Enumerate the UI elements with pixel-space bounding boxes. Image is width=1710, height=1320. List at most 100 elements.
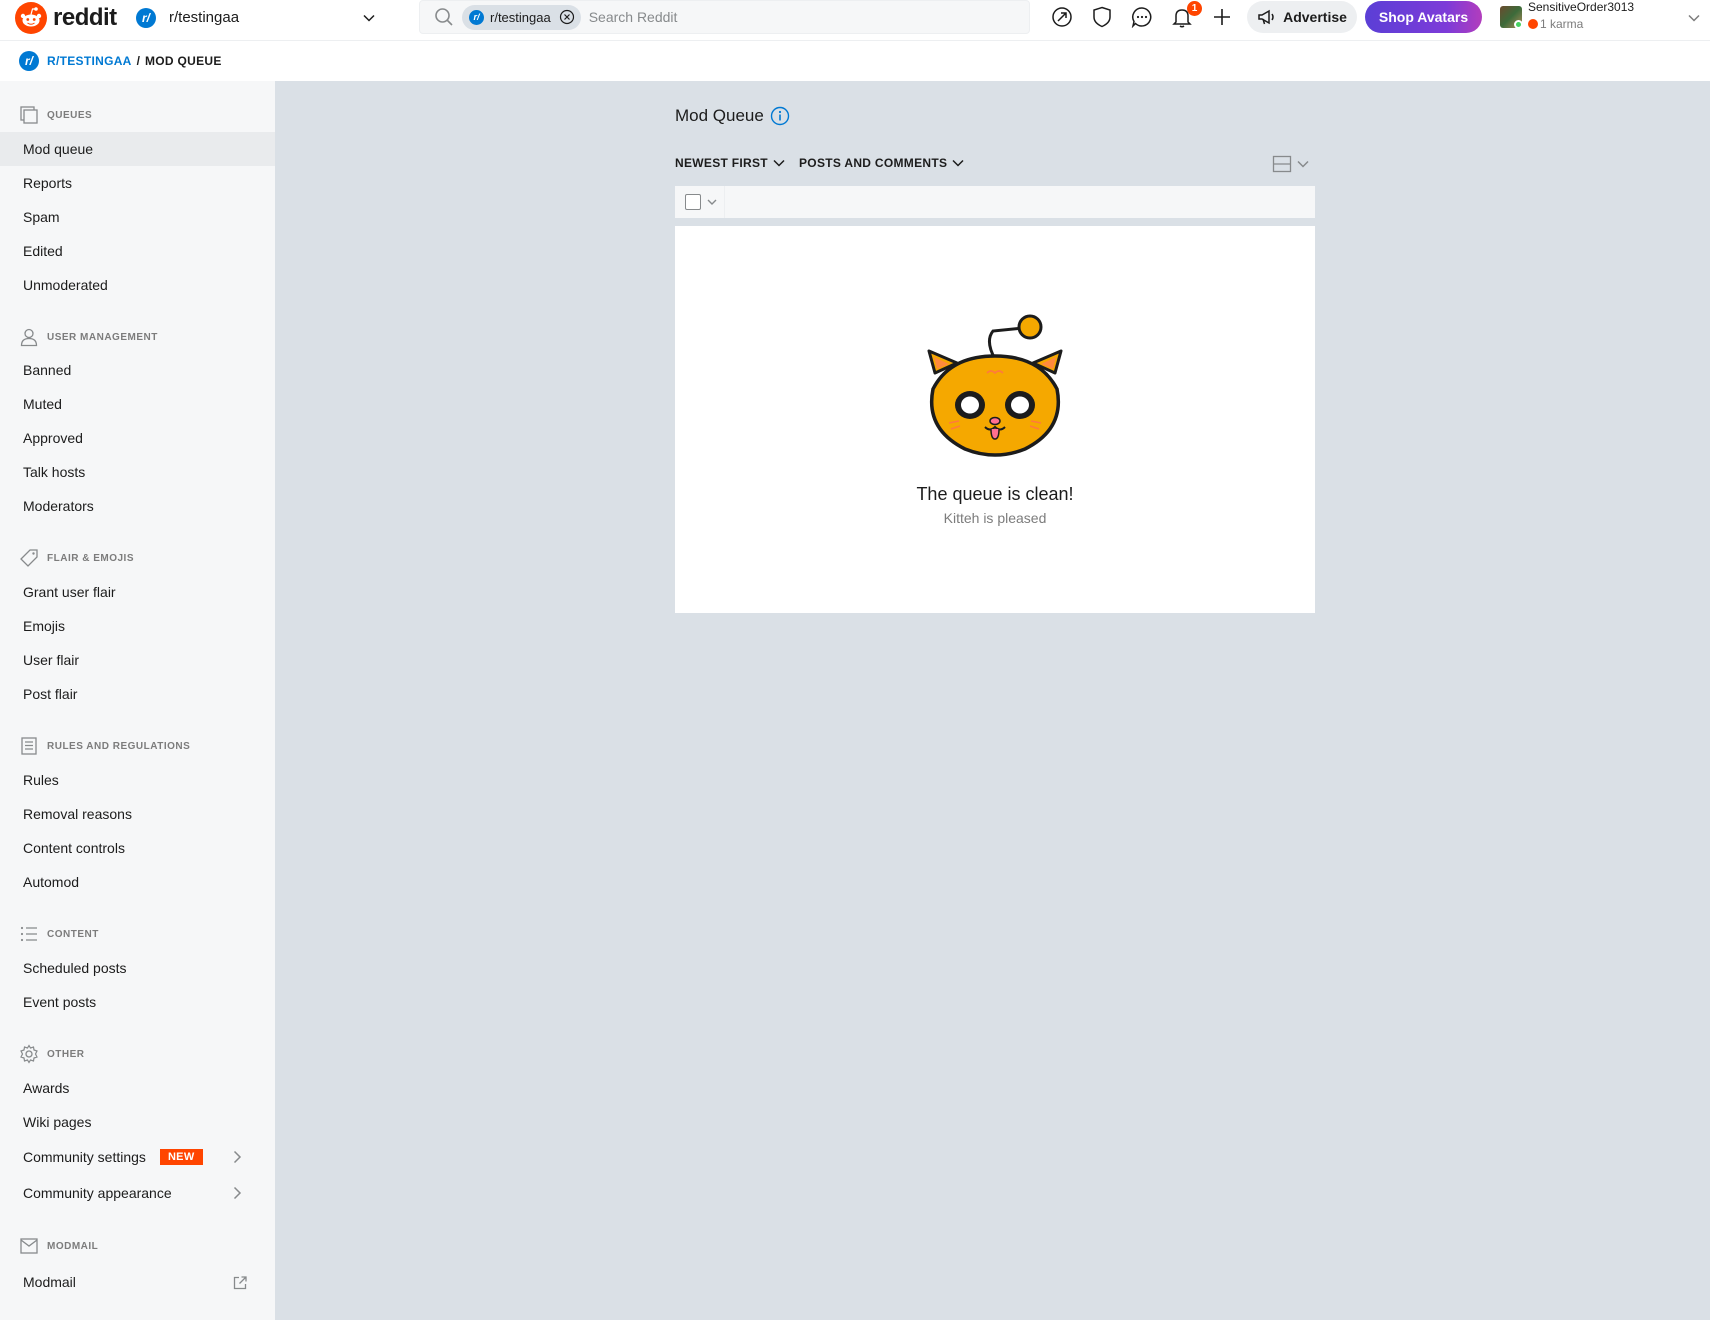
section-title: QUEUES	[47, 109, 93, 121]
sidebar-item-label: Modmail	[23, 1274, 76, 1290]
sidebar-item-label: Banned	[23, 362, 72, 378]
breadcrumb-community-link[interactable]: R/TESTINGAA	[47, 54, 132, 68]
section-title: MODMAIL	[47, 1240, 99, 1252]
breadcrumb: r/ R/TESTINGAA / MOD QUEUE	[0, 41, 1710, 81]
sidebar-item-post-flair[interactable]: Post flair	[0, 677, 275, 711]
sidebar-item-emojis[interactable]: Emojis	[0, 609, 275, 643]
page-title-text: Mod Queue	[675, 106, 764, 125]
select-all-dropdown[interactable]	[675, 186, 725, 218]
search-input[interactable]	[588, 9, 969, 25]
user-menu[interactable]: SensitiveOrder3013 1 karma	[1498, 0, 1703, 34]
reddit-home-link[interactable]: reddit	[15, 2, 117, 34]
search-bar[interactable]: r/ r/testingaa	[419, 0, 1030, 34]
sidebar-item-mod-queue[interactable]: Mod queue	[0, 132, 275, 166]
sidebar-item-awards[interactable]: Awards	[0, 1071, 275, 1105]
sidebar-item-content-controls[interactable]: Content controls	[0, 831, 275, 865]
external-link-icon	[233, 1276, 247, 1290]
sidebar-item-label: User flair	[23, 652, 80, 668]
chevron-right-icon	[233, 1150, 242, 1164]
reddit-logo-icon	[15, 2, 47, 34]
chat-icon	[1131, 7, 1152, 28]
sidebar-item-approved[interactable]: Approved	[0, 421, 275, 455]
sidebar-item-reports[interactable]: Reports	[0, 166, 275, 200]
select-all-checkbox[interactable]	[685, 194, 701, 210]
sidebar-item-label: Edited	[23, 243, 63, 259]
section-header-other: OTHER	[19, 1044, 85, 1064]
card-layout-icon	[1272, 155, 1292, 173]
create-post-button[interactable]	[1210, 5, 1234, 29]
sidebar-item-community-appearance[interactable]: Community appearance	[0, 1176, 275, 1210]
mod-tools-button[interactable]	[1090, 5, 1114, 29]
megaphone-icon	[1258, 9, 1274, 25]
page-title: Mod Queue	[675, 106, 790, 126]
search-community-chip: r/ r/testingaa	[462, 4, 581, 30]
sidebar-item-user-flair[interactable]: User flair	[0, 643, 275, 677]
empty-queue-card: The queue is clean! Kitteh is pleased	[675, 226, 1315, 613]
gear-icon	[20, 1044, 38, 1064]
plus-icon	[1214, 9, 1230, 25]
sidebar-item-modmail[interactable]: Modmail	[0, 1265, 275, 1299]
chevron-down-icon	[773, 159, 785, 167]
subreddit-icon: r/	[136, 7, 156, 28]
karma-count: 1 karma	[1528, 17, 1583, 31]
chevron-down-icon	[952, 159, 964, 167]
community-switcher[interactable]: r/ r/testingaa	[136, 1, 396, 34]
view-layout-dropdown[interactable]	[1272, 154, 1310, 174]
content-type-dropdown[interactable]: POSTS AND COMMENTS	[799, 156, 965, 170]
sidebar-item-spam[interactable]: Spam	[0, 200, 275, 234]
sidebar-item-rules[interactable]: Rules	[0, 763, 275, 797]
sort-dropdown[interactable]: NEWEST FIRST	[675, 156, 786, 170]
shop-avatars-button[interactable]: Shop Avatars	[1365, 1, 1482, 33]
search-icon	[435, 8, 453, 26]
info-icon[interactable]	[770, 106, 790, 126]
username: SensitiveOrder3013	[1528, 0, 1635, 14]
online-status-dot	[1514, 20, 1523, 29]
sidebar-item-edited[interactable]: Edited	[0, 234, 275, 268]
sidebar-item-community-settings[interactable]: Community settings NEW	[0, 1140, 275, 1174]
chevron-down-icon	[1297, 160, 1309, 168]
sidebar-item-automod[interactable]: Automod	[0, 865, 275, 899]
section-header-user-management: USER MANAGEMENT	[19, 327, 158, 347]
close-icon[interactable]	[559, 9, 575, 25]
new-badge: NEW	[159, 1149, 203, 1165]
breadcrumb-current-page: MOD QUEUE	[144, 54, 222, 68]
sidebar-item-unmoderated[interactable]: Unmoderated	[0, 268, 275, 302]
sidebar-item-removal-reasons[interactable]: Removal reasons	[0, 797, 275, 831]
sidebar-item-label: Unmoderated	[23, 277, 108, 293]
sidebar-item-muted[interactable]: Muted	[0, 387, 275, 421]
popular-button[interactable]	[1050, 5, 1074, 29]
sidebar-item-talk-hosts[interactable]: Talk hosts	[0, 455, 275, 489]
trending-arrow-icon	[1052, 7, 1072, 27]
list-icon	[20, 926, 37, 942]
advertise-button[interactable]: Advertise	[1247, 1, 1357, 33]
chevron-down-icon	[1688, 14, 1700, 22]
sidebar-item-label: Talk hosts	[23, 464, 86, 480]
sidebar-item-scheduled-posts[interactable]: Scheduled posts	[0, 951, 275, 985]
section-title: USER MANAGEMENT	[47, 331, 158, 343]
section-header-content: CONTENT	[19, 924, 99, 944]
sort-dropdown-label: NEWEST FIRST	[675, 156, 768, 170]
sidebar-item-label: Content controls	[23, 840, 125, 856]
sidebar-item-label: Community settings	[23, 1149, 146, 1165]
chat-button[interactable]	[1130, 5, 1154, 29]
sidebar-item-moderators[interactable]: Moderators	[0, 489, 275, 523]
sidebar-item-wiki-pages[interactable]: Wiki pages	[0, 1105, 275, 1139]
sidebar-item-label: Mod queue	[23, 141, 94, 157]
user-icon	[20, 328, 38, 347]
chevron-down-icon	[363, 14, 375, 22]
empty-state-title: The queue is clean!	[916, 484, 1074, 504]
queue-icon	[20, 106, 38, 124]
tag-icon	[20, 549, 38, 567]
sidebar-item-label: Moderators	[23, 498, 94, 514]
notification-count-badge: 1	[1187, 1, 1202, 16]
section-title: CONTENT	[47, 928, 99, 940]
reddit-wordmark: reddit	[53, 4, 117, 31]
sidebar-item-banned[interactable]: Banned	[0, 353, 275, 387]
sidebar-item-grant-user-flair[interactable]: Grant user flair	[0, 575, 275, 609]
subreddit-icon: r/	[469, 9, 484, 25]
section-header-rules: RULES AND REGULATIONS	[19, 736, 190, 756]
search-chip-label: r/testingaa	[490, 9, 551, 25]
breadcrumb-separator: /	[136, 54, 140, 68]
sidebar-item-event-posts[interactable]: Event posts	[0, 985, 275, 1019]
section-header-modmail: MODMAIL	[19, 1236, 98, 1256]
